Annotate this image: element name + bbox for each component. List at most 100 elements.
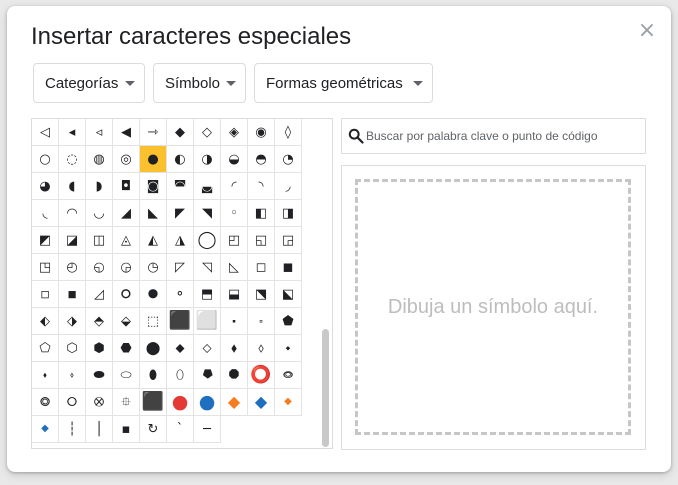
symbol-cell[interactable]: ◪ bbox=[59, 227, 86, 254]
symbol-cell[interactable]: ◭ bbox=[140, 227, 167, 254]
symbol-cell[interactable]: ◰ bbox=[221, 227, 248, 254]
symbol-cell[interactable]: ◱ bbox=[248, 227, 275, 254]
symbol-cell[interactable]: ◈ bbox=[221, 119, 248, 146]
symbol-cell[interactable]: ◴ bbox=[59, 254, 86, 281]
symbol-cell[interactable]: ◙ bbox=[140, 173, 167, 200]
symbol-cell[interactable]: ⬭ bbox=[113, 362, 140, 389]
symbol-cell[interactable]: ◤ bbox=[167, 200, 194, 227]
symbol-cell[interactable]: ⬧ bbox=[221, 335, 248, 362]
symbol-dropdown[interactable]: Símbolo bbox=[153, 63, 246, 103]
symbol-cell[interactable]: ⚬ bbox=[167, 281, 194, 308]
symbol-cell[interactable]: ⬫ bbox=[59, 362, 86, 389]
symbol-cell[interactable]: ◸ bbox=[167, 254, 194, 281]
symbol-cell[interactable]: ◐ bbox=[167, 146, 194, 173]
symbol-cell[interactable]: ◆ bbox=[167, 119, 194, 146]
symbol-cell[interactable]: ⬩ bbox=[275, 335, 302, 362]
symbol-cell[interactable]: ⬞ bbox=[248, 308, 275, 335]
symbol-cell[interactable]: ` bbox=[167, 416, 194, 443]
symbol-cell[interactable]: ⭖ bbox=[275, 362, 302, 389]
symbol-cell[interactable]: ◉ bbox=[248, 119, 275, 146]
symbol-cell[interactable]: ◣ bbox=[140, 200, 167, 227]
symbol-cell[interactable]: ◶ bbox=[113, 254, 140, 281]
symbol-cell[interactable]: ◇ bbox=[194, 119, 221, 146]
symbol-cell[interactable]: ⬡ bbox=[59, 335, 86, 362]
shapes-dropdown[interactable]: Formas geométricas bbox=[254, 63, 433, 103]
symbol-cell[interactable]: ◡ bbox=[86, 200, 113, 227]
symbol-cell[interactable]: ◀ bbox=[113, 119, 140, 146]
symbol-cell[interactable]: ⯐ bbox=[113, 389, 140, 416]
symbol-cell[interactable]: ● bbox=[167, 389, 194, 416]
symbol-cell[interactable]: ⬯ bbox=[167, 362, 194, 389]
symbol-cell[interactable]: ⬪ bbox=[32, 362, 59, 389]
symbol-cell[interactable]: ◺ bbox=[221, 254, 248, 281]
symbol-cell[interactable]: ⚪ bbox=[113, 281, 140, 308]
symbol-cell[interactable]: ◜ bbox=[221, 173, 248, 200]
symbol-cell[interactable]: ⬓ bbox=[221, 281, 248, 308]
symbol-cell[interactable]: ⬥ bbox=[167, 335, 194, 362]
symbol-cell[interactable]: ◳ bbox=[32, 254, 59, 281]
symbol-cell[interactable]: ● bbox=[194, 389, 221, 416]
symbol-cell[interactable]: ⬬ bbox=[86, 362, 113, 389]
symbol-cell[interactable]: ◟ bbox=[32, 200, 59, 227]
symbol-cell[interactable]: ⬦ bbox=[194, 335, 221, 362]
symbol-cell[interactable]: ⭕ bbox=[248, 362, 275, 389]
symbol-cell[interactable]: ◦ bbox=[221, 200, 248, 227]
symbol-cell[interactable]: ⬟ bbox=[275, 308, 302, 335]
symbol-cell[interactable]: ◯ bbox=[194, 227, 221, 254]
symbol-cell[interactable]: ◲ bbox=[275, 227, 302, 254]
symbol-cell[interactable]: ◖ bbox=[59, 173, 86, 200]
symbol-cell[interactable]: ▪ bbox=[113, 416, 140, 443]
grid-scrollbar[interactable] bbox=[322, 329, 329, 447]
symbol-cell[interactable]: ◂ bbox=[59, 119, 86, 146]
symbol-cell[interactable]: ◢ bbox=[113, 200, 140, 227]
symbol-cell[interactable]: ⬮ bbox=[140, 362, 167, 389]
symbol-cell[interactable]: ◿ bbox=[86, 281, 113, 308]
symbol-cell[interactable]: ⬚ bbox=[140, 308, 167, 335]
symbol-cell[interactable]: ⬣ bbox=[113, 335, 140, 362]
symbol-cell[interactable]: ◆ bbox=[32, 416, 59, 443]
symbol-cell[interactable]: ○ bbox=[32, 146, 59, 173]
symbol-cell[interactable]: ⬕ bbox=[275, 281, 302, 308]
symbol-cell[interactable]: ⬗ bbox=[59, 308, 86, 335]
symbol-cell[interactable]: ◽ bbox=[32, 281, 59, 308]
symbol-cell[interactable]: ◾ bbox=[59, 281, 86, 308]
symbol-cell[interactable]: ⬨ bbox=[248, 335, 275, 362]
symbol-cell[interactable]: ⬛ bbox=[140, 389, 167, 416]
symbol-cell[interactable]: ◃ bbox=[86, 119, 113, 146]
symbol-cell[interactable]: ┆ bbox=[59, 416, 86, 443]
symbol-cell[interactable]: ● bbox=[140, 146, 167, 173]
symbol-cell[interactable]: ◨ bbox=[275, 200, 302, 227]
symbol-cell[interactable]: ⬢ bbox=[86, 335, 113, 362]
symbol-cell[interactable]: ◗ bbox=[86, 173, 113, 200]
symbol-cell[interactable]: ◑ bbox=[194, 146, 221, 173]
symbol-cell[interactable]: ◬ bbox=[113, 227, 140, 254]
symbol-cell[interactable]: ◔ bbox=[275, 146, 302, 173]
symbol-cell[interactable]: ⬔ bbox=[248, 281, 275, 308]
symbol-cell[interactable]: ◘ bbox=[113, 173, 140, 200]
symbol-cell[interactable]: ⬘ bbox=[86, 308, 113, 335]
symbol-cell[interactable]: ⬤ bbox=[140, 335, 167, 362]
symbol-cell[interactable]: ⬜ bbox=[194, 308, 221, 335]
symbol-cell[interactable]: ⭗ bbox=[32, 389, 59, 416]
symbol-cell[interactable]: ◮ bbox=[167, 227, 194, 254]
symbol-cell[interactable]: ⯃ bbox=[221, 362, 248, 389]
symbol-cell[interactable]: ◕ bbox=[32, 173, 59, 200]
symbol-cell[interactable]: ◹ bbox=[194, 254, 221, 281]
symbol-cell[interactable]: ⇾ bbox=[140, 119, 167, 146]
symbol-cell[interactable]: ◎ bbox=[113, 146, 140, 173]
symbol-cell[interactable]: ◵ bbox=[86, 254, 113, 281]
symbol-cell[interactable]: ◼ bbox=[275, 254, 302, 281]
symbol-cell[interactable]: ◍ bbox=[86, 146, 113, 173]
symbol-cell[interactable]: ◒ bbox=[221, 146, 248, 173]
symbol-cell[interactable]: │ bbox=[86, 416, 113, 443]
symbol-cell[interactable]: ◧ bbox=[248, 200, 275, 227]
symbol-cell[interactable]: ⬖ bbox=[32, 308, 59, 335]
symbol-cell[interactable]: ◆ bbox=[275, 389, 302, 416]
symbol-cell[interactable]: ⬙ bbox=[113, 308, 140, 335]
symbol-cell[interactable]: ◝ bbox=[248, 173, 275, 200]
symbol-cell[interactable]: ◊ bbox=[275, 119, 302, 146]
close-icon[interactable]: × bbox=[636, 20, 658, 42]
symbol-cell[interactable]: ◆ bbox=[221, 389, 248, 416]
symbol-cell[interactable]: ◁ bbox=[32, 119, 59, 146]
symbol-cell[interactable]: ⬝ bbox=[221, 308, 248, 335]
